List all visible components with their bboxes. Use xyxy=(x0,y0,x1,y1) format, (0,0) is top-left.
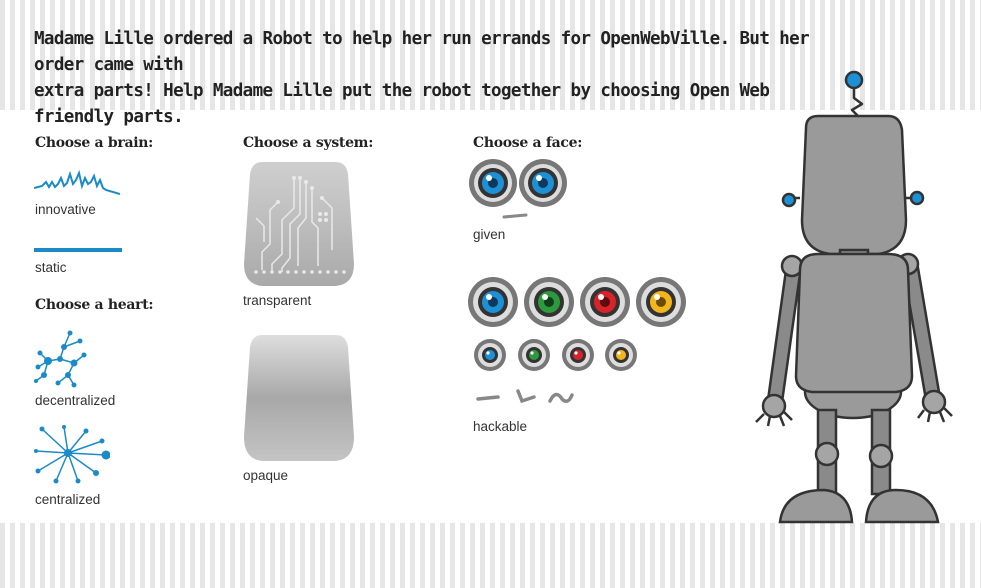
opaque-body-icon xyxy=(244,335,354,461)
bottom-stripe-band xyxy=(0,523,981,588)
flat-line-icon xyxy=(34,248,122,252)
heart-label-centralized: centralized xyxy=(35,492,101,507)
heart-heading: Choose a heart: xyxy=(35,297,154,313)
decentralized-network-icon xyxy=(34,330,87,388)
colorful-swappable-eyes-icon xyxy=(468,277,686,404)
brain-heading: Choose a brain: xyxy=(35,135,154,151)
wave-line-icon xyxy=(34,170,120,195)
face-option-hackable[interactable] xyxy=(468,275,690,415)
system-option-transparent[interactable] xyxy=(242,158,356,288)
system-label-transparent: transparent xyxy=(243,293,312,308)
system-label-opaque: opaque xyxy=(243,468,289,483)
face-heading: Choose a face: xyxy=(473,135,583,151)
intro-text: Madame Lille ordered a Robot to help her… xyxy=(34,26,854,130)
system-heading: Choose a system: xyxy=(243,135,374,151)
brain-option-static[interactable] xyxy=(34,246,124,254)
face-option-given[interactable] xyxy=(468,158,572,222)
intro-line-1: Madame Lille ordered a Robot to help her… xyxy=(34,29,810,75)
heart-label-decentralized: decentralized xyxy=(35,393,116,408)
system-option-opaque[interactable] xyxy=(242,333,356,463)
face-label-hackable: hackable xyxy=(473,419,528,434)
brain-label-static: static xyxy=(35,260,67,275)
heart-option-decentralized[interactable] xyxy=(34,327,90,389)
brain-option-innovative[interactable] xyxy=(34,170,120,198)
face-label-given: given xyxy=(473,227,506,242)
heart-option-centralized[interactable] xyxy=(34,425,110,485)
robot-icon xyxy=(755,70,953,524)
circuit-board-body-icon xyxy=(244,162,354,286)
fixed-blue-eyes-icon xyxy=(469,159,567,219)
robot-figure xyxy=(748,70,963,525)
intro-line-2: extra parts! Help Madame Lille put the r… xyxy=(34,81,770,127)
brain-label-innovative: innovative xyxy=(35,202,96,217)
centralized-network-icon xyxy=(34,425,110,484)
